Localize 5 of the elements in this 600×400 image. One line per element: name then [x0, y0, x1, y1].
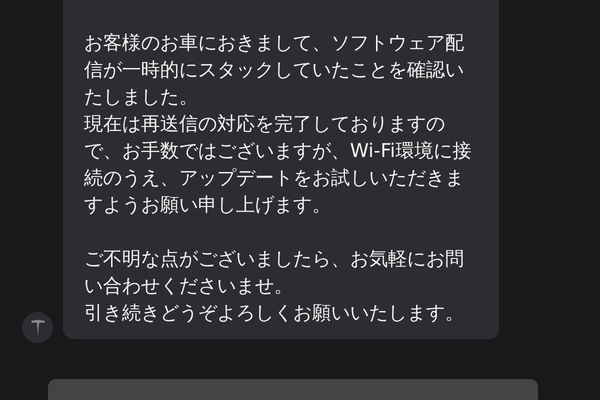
logo-icon [30, 320, 44, 336]
message-text: 現在は再送信の対応を完了しておりますので、お手数ではございますが、Wi-Fi環境に接続のうえ、アップデートをお試しいただきますようお願い申し上げます。 [84, 112, 472, 218]
message-text: ご不明な点がございましたら、お気軽にお問い合わせくださいませ。 [84, 247, 465, 299]
message-text: お客様のお車におきまして、ソフトウェア配信が一時的にスタックしていたことを確認いたしました。 [84, 31, 465, 110]
message-text: 引き続きどうぞよろしくお願いいたします。 [84, 301, 465, 326]
